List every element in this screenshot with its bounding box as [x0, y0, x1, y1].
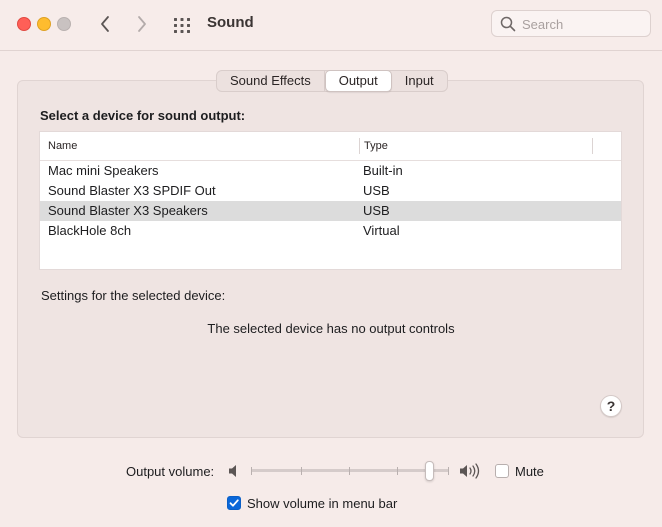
volume-slider-track[interactable] — [251, 469, 449, 472]
slider-tick — [397, 467, 398, 475]
checkmark-icon — [229, 499, 239, 507]
zoom-button[interactable] — [57, 17, 71, 31]
tab-input[interactable]: Input — [392, 71, 447, 91]
slider-tick — [349, 467, 350, 475]
device-name: Mac mini Speakers — [48, 163, 159, 178]
tab-output[interactable]: Output — [324, 70, 392, 92]
column-header-type[interactable]: Type — [364, 140, 388, 152]
table-row[interactable]: BlackHole 8ch Virtual — [40, 221, 621, 241]
show-volume-label[interactable]: Show volume in menu bar — [247, 496, 397, 511]
tab-bar: Sound Effects Output Input — [216, 70, 448, 92]
device-name: Sound Blaster X3 Speakers — [48, 203, 208, 218]
table-row[interactable]: Mac mini Speakers Built-in — [40, 161, 621, 181]
search-input[interactable] — [522, 16, 642, 32]
close-button[interactable] — [17, 17, 31, 31]
device-type: Virtual — [363, 223, 400, 238]
device-name: Sound Blaster X3 SPDIF Out — [48, 183, 216, 198]
column-header-name[interactable]: Name — [48, 140, 77, 152]
device-type: Built-in — [363, 163, 403, 178]
minimize-button[interactable] — [37, 17, 51, 31]
table-header: Name Type — [40, 132, 621, 161]
speaker-low-icon — [229, 465, 236, 477]
window-title: Sound — [207, 14, 254, 31]
back-button[interactable] — [94, 12, 116, 36]
settings-label: Settings for the selected device: — [41, 288, 226, 303]
search-field[interactable] — [491, 10, 651, 37]
window-titlebar: Sound — [0, 0, 662, 51]
show-volume-checkbox[interactable] — [227, 496, 241, 510]
volume-slider-knob[interactable] — [425, 461, 434, 481]
chevron-right-icon — [138, 16, 146, 32]
help-button[interactable]: ? — [600, 395, 622, 417]
column-separator[interactable] — [359, 138, 360, 154]
grid-icon — [174, 18, 190, 33]
no-controls-message: The selected device has no output contro… — [207, 321, 455, 336]
device-table: Name Type Mac mini Speakers Built-in Sou… — [39, 131, 622, 270]
device-type: USB — [363, 203, 390, 218]
slider-tick — [251, 467, 252, 475]
device-type: USB — [363, 183, 390, 198]
section-heading: Select a device for sound output: — [40, 108, 246, 123]
tab-sound-effects[interactable]: Sound Effects — [217, 71, 325, 91]
device-name: BlackHole 8ch — [48, 223, 132, 238]
search-icon — [500, 16, 516, 32]
mute-label[interactable]: Mute — [515, 464, 544, 479]
forward-button[interactable] — [131, 12, 153, 36]
table-row[interactable]: Sound Blaster X3 SPDIF Out USB — [40, 181, 621, 201]
mute-checkbox[interactable] — [495, 464, 509, 478]
speaker-high-icon — [460, 463, 480, 479]
table-row-selected[interactable]: Sound Blaster X3 Speakers USB — [40, 201, 621, 221]
column-separator[interactable] — [592, 138, 593, 154]
slider-tick — [448, 467, 449, 475]
slider-tick — [301, 467, 302, 475]
output-volume-label: Output volume: — [126, 464, 215, 479]
show-all-button[interactable] — [172, 15, 192, 35]
chevron-left-icon — [101, 16, 109, 32]
